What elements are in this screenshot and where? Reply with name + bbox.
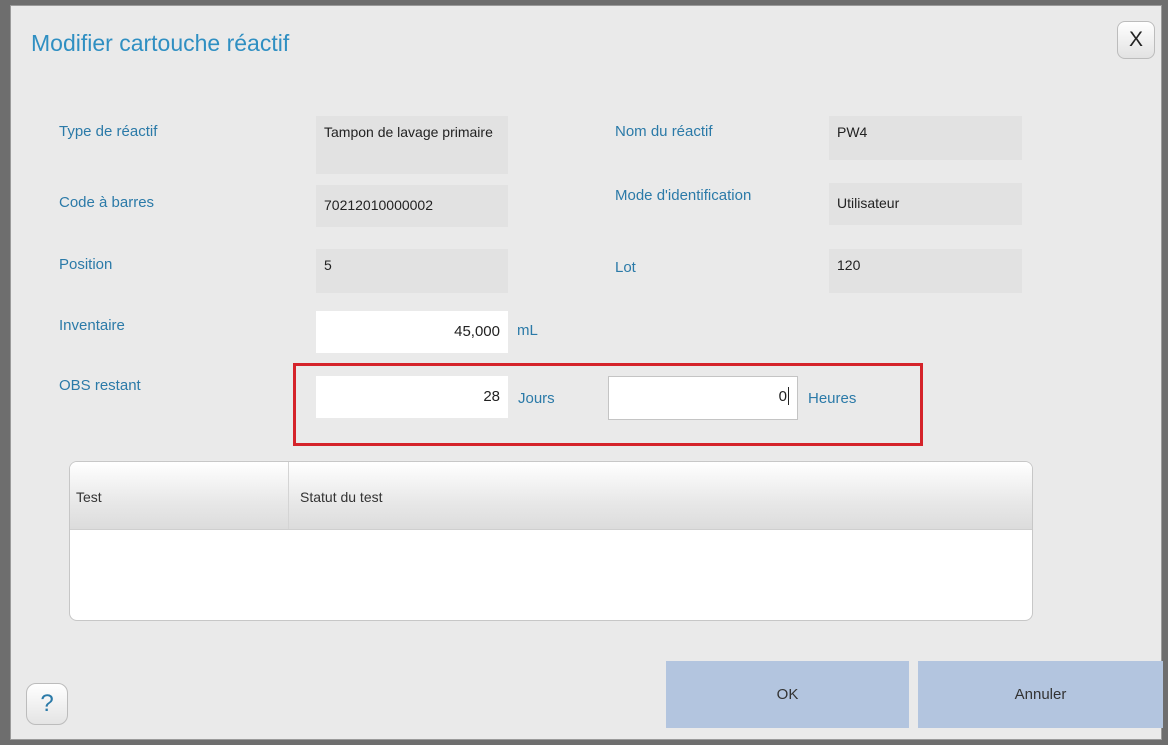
reagent-type-label: Type de réactif [59, 123, 158, 140]
help-button[interactable]: ? [26, 683, 68, 725]
barcode-label: Code à barres [59, 194, 155, 211]
barcode-field: 70212010000002 [316, 185, 508, 227]
dialog-title: Modifier cartouche réactif [31, 30, 290, 56]
inventory-unit: mL [517, 322, 538, 339]
identification-mode-field: Utilisateur [829, 183, 1022, 225]
obs-remaining-label: OBS restant [59, 377, 141, 394]
close-button[interactable]: X [1117, 21, 1155, 59]
inventory-input[interactable]: 45,000 [316, 311, 508, 353]
reagent-name-label: Nom du réactif [615, 123, 713, 140]
column-divider [288, 462, 289, 529]
identification-mode-label: Mode d'identification [615, 187, 752, 204]
close-icon: X [1128, 28, 1143, 51]
obs-days-unit: Jours [518, 390, 555, 407]
obs-days-input[interactable]: 28 [316, 376, 508, 418]
table-header: Test Statut du test [70, 462, 1032, 530]
reagent-type-field: Tampon de lavage primaire [316, 116, 508, 174]
column-header-test[interactable]: Test [76, 489, 102, 505]
modify-reagent-cartridge-dialog: Modifier cartouche réactif X Type de réa… [10, 5, 1163, 740]
obs-hours-value: 0 [778, 388, 787, 405]
lot-field: 120 [829, 249, 1022, 293]
obs-hours-unit: Heures [808, 390, 857, 407]
column-header-test-status[interactable]: Statut du test [300, 489, 383, 505]
ok-button[interactable]: OK [666, 661, 909, 728]
inventory-label: Inventaire [59, 317, 125, 334]
text-caret [788, 387, 789, 405]
test-status-table: Test Statut du test [69, 461, 1033, 621]
reagent-name-field: PW4 [829, 116, 1022, 160]
cancel-button[interactable]: Annuler [918, 661, 1163, 728]
position-field: 5 [316, 249, 508, 293]
position-label: Position [59, 256, 113, 273]
obs-hours-input[interactable]: 0 [608, 376, 798, 420]
question-mark-icon: ? [40, 690, 54, 717]
lot-label: Lot [615, 259, 636, 276]
